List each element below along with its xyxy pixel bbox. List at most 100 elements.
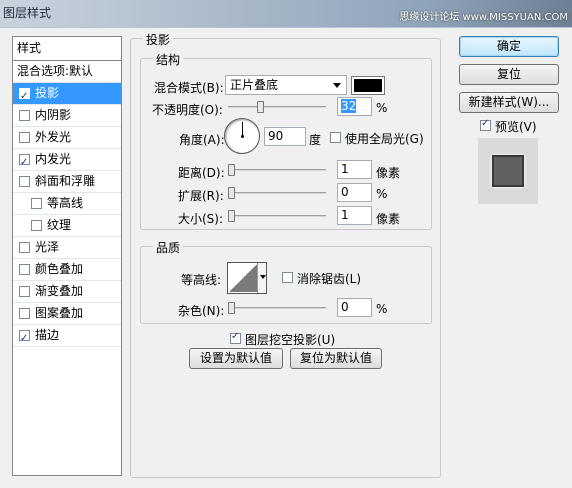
- opacity-value: 32: [341, 99, 357, 113]
- opacity-slider-track: [228, 106, 326, 108]
- style-item[interactable]: 斜面和浮雕: [13, 171, 121, 193]
- angle-dial[interactable]: [224, 118, 260, 154]
- chevron-down-icon[interactable]: [257, 263, 266, 293]
- antialias-label: 消除锯齿(L): [297, 272, 362, 286]
- style-item[interactable]: 图案叠加: [13, 303, 121, 325]
- angle-value: 90: [268, 129, 284, 143]
- preview-checkbox[interactable]: [480, 118, 491, 131]
- watermark: 思缘设计论坛 www.MISSYUAN.COM: [399, 12, 568, 23]
- noise-slider[interactable]: [228, 302, 326, 314]
- global-light-checkbox[interactable]: [330, 132, 341, 143]
- distance-slider-thumb[interactable]: [228, 164, 235, 176]
- style-item-label: 描边: [35, 328, 60, 342]
- style-item-checkbox[interactable]: [19, 110, 30, 121]
- blend-mode-value: 正片叠底: [230, 78, 279, 92]
- contour-label: 等高线:: [181, 273, 222, 287]
- style-item[interactable]: 等高线: [13, 193, 121, 215]
- style-item-label: 光泽: [35, 240, 60, 254]
- noise-slider-thumb[interactable]: [228, 302, 235, 314]
- distance-slider-track: [228, 169, 326, 171]
- style-item[interactable]: 内发光: [13, 149, 121, 173]
- size-value: 1: [341, 208, 349, 222]
- style-item-checkbox[interactable]: [31, 198, 42, 209]
- spread-slider-thumb[interactable]: [228, 187, 235, 199]
- opacity-input[interactable]: 32: [337, 97, 372, 116]
- size-slider-thumb[interactable]: [228, 210, 235, 222]
- style-item[interactable]: 外发光: [13, 127, 121, 149]
- style-item-label: 外发光: [35, 130, 72, 144]
- style-item[interactable]: 渐变叠加: [13, 281, 121, 303]
- style-item-label: 混合选项:默认: [17, 64, 94, 78]
- shadow-color-swatch[interactable]: [351, 76, 385, 95]
- noise-slider-track: [228, 307, 326, 309]
- spread-slider[interactable]: [228, 187, 326, 199]
- style-item-checkbox[interactable]: [19, 152, 30, 173]
- style-item-checkbox[interactable]: [19, 242, 30, 253]
- style-item[interactable]: 颜色叠加: [13, 259, 121, 281]
- opacity-slider-thumb[interactable]: [257, 101, 265, 113]
- distance-value: 1: [341, 162, 349, 176]
- style-preview-square: [492, 155, 524, 187]
- style-item[interactable]: 混合选项:默认: [13, 61, 121, 83]
- noise-unit: %: [376, 302, 388, 316]
- global-light-label: 使用全局光(G): [345, 132, 424, 146]
- knockout-label: 图层挖空投影(U): [245, 333, 336, 347]
- contour-preview: [229, 264, 257, 292]
- spread-unit: %: [376, 187, 388, 201]
- size-label: 大小(S):: [178, 212, 224, 226]
- style-item-checkbox[interactable]: [19, 132, 30, 143]
- noise-input[interactable]: 0: [337, 298, 372, 317]
- style-item-checkbox[interactable]: [19, 308, 30, 319]
- knockout-checkbox[interactable]: [230, 331, 241, 344]
- style-item-checkbox[interactable]: [19, 176, 30, 187]
- style-item-label: 等高线: [47, 196, 84, 210]
- blend-mode-select[interactable]: 正片叠底: [225, 75, 347, 95]
- distance-label: 距离(D):: [178, 166, 225, 180]
- style-list-header: 样式: [13, 37, 121, 61]
- style-item-label: 颜色叠加: [35, 262, 84, 276]
- opacity-unit: %: [376, 101, 388, 115]
- style-item-label: 渐变叠加: [35, 284, 84, 298]
- distance-input[interactable]: 1: [337, 160, 372, 179]
- angle-dial-center: [241, 135, 244, 138]
- spread-slider-track: [228, 192, 326, 194]
- style-preview: [478, 138, 538, 204]
- size-input[interactable]: 1: [337, 206, 372, 225]
- style-item-checkbox[interactable]: [19, 264, 30, 275]
- angle-unit: 度: [309, 133, 322, 147]
- distance-unit: 像素: [376, 166, 401, 180]
- title-bar: 图层样式 思缘设计论坛 www.MISSYUAN.COM: [0, 0, 572, 27]
- contour-picker[interactable]: [227, 262, 267, 294]
- style-item-label: 内发光: [35, 152, 72, 166]
- reset-default-button[interactable]: 复位为默认值: [290, 348, 382, 369]
- style-item-checkbox[interactable]: [19, 286, 30, 297]
- opacity-slider[interactable]: [228, 101, 326, 113]
- ok-button[interactable]: 确定: [459, 36, 559, 57]
- distance-slider[interactable]: [228, 164, 326, 176]
- preview-label: 预览(V): [495, 120, 537, 134]
- style-list-items: 混合选项:默认投影内阴影外发光内发光斜面和浮雕等高线纹理光泽颜色叠加渐变叠加图案…: [13, 61, 121, 349]
- style-item[interactable]: 投影: [13, 83, 121, 107]
- style-item-checkbox[interactable]: [31, 220, 42, 231]
- structure-title: 结构: [153, 51, 184, 68]
- style-item[interactable]: 纹理: [13, 215, 121, 237]
- spread-value: 0: [341, 185, 349, 199]
- style-item[interactable]: 描边: [13, 325, 121, 349]
- style-item-checkbox[interactable]: [19, 86, 30, 107]
- style-item[interactable]: 内阴影: [13, 105, 121, 127]
- style-item-label: 图案叠加: [35, 306, 84, 320]
- style-item-label: 投影: [35, 86, 60, 100]
- chevron-down-icon: [333, 83, 341, 88]
- style-item-label: 斜面和浮雕: [35, 174, 96, 188]
- new-style-button[interactable]: 新建样式(W)...: [459, 92, 559, 113]
- spread-input[interactable]: 0: [337, 183, 372, 202]
- style-item[interactable]: 光泽: [13, 237, 121, 259]
- reset-button[interactable]: 复位: [459, 64, 559, 85]
- antialias-checkbox[interactable]: [282, 272, 293, 283]
- size-slider-track: [228, 215, 326, 217]
- size-slider[interactable]: [228, 210, 326, 222]
- angle-input[interactable]: 90: [264, 127, 306, 146]
- make-default-button[interactable]: 设置为默认值: [189, 348, 283, 369]
- style-list: 样式 混合选项:默认投影内阴影外发光内发光斜面和浮雕等高线纹理光泽颜色叠加渐变叠…: [12, 36, 122, 476]
- style-item-checkbox[interactable]: [19, 328, 30, 349]
